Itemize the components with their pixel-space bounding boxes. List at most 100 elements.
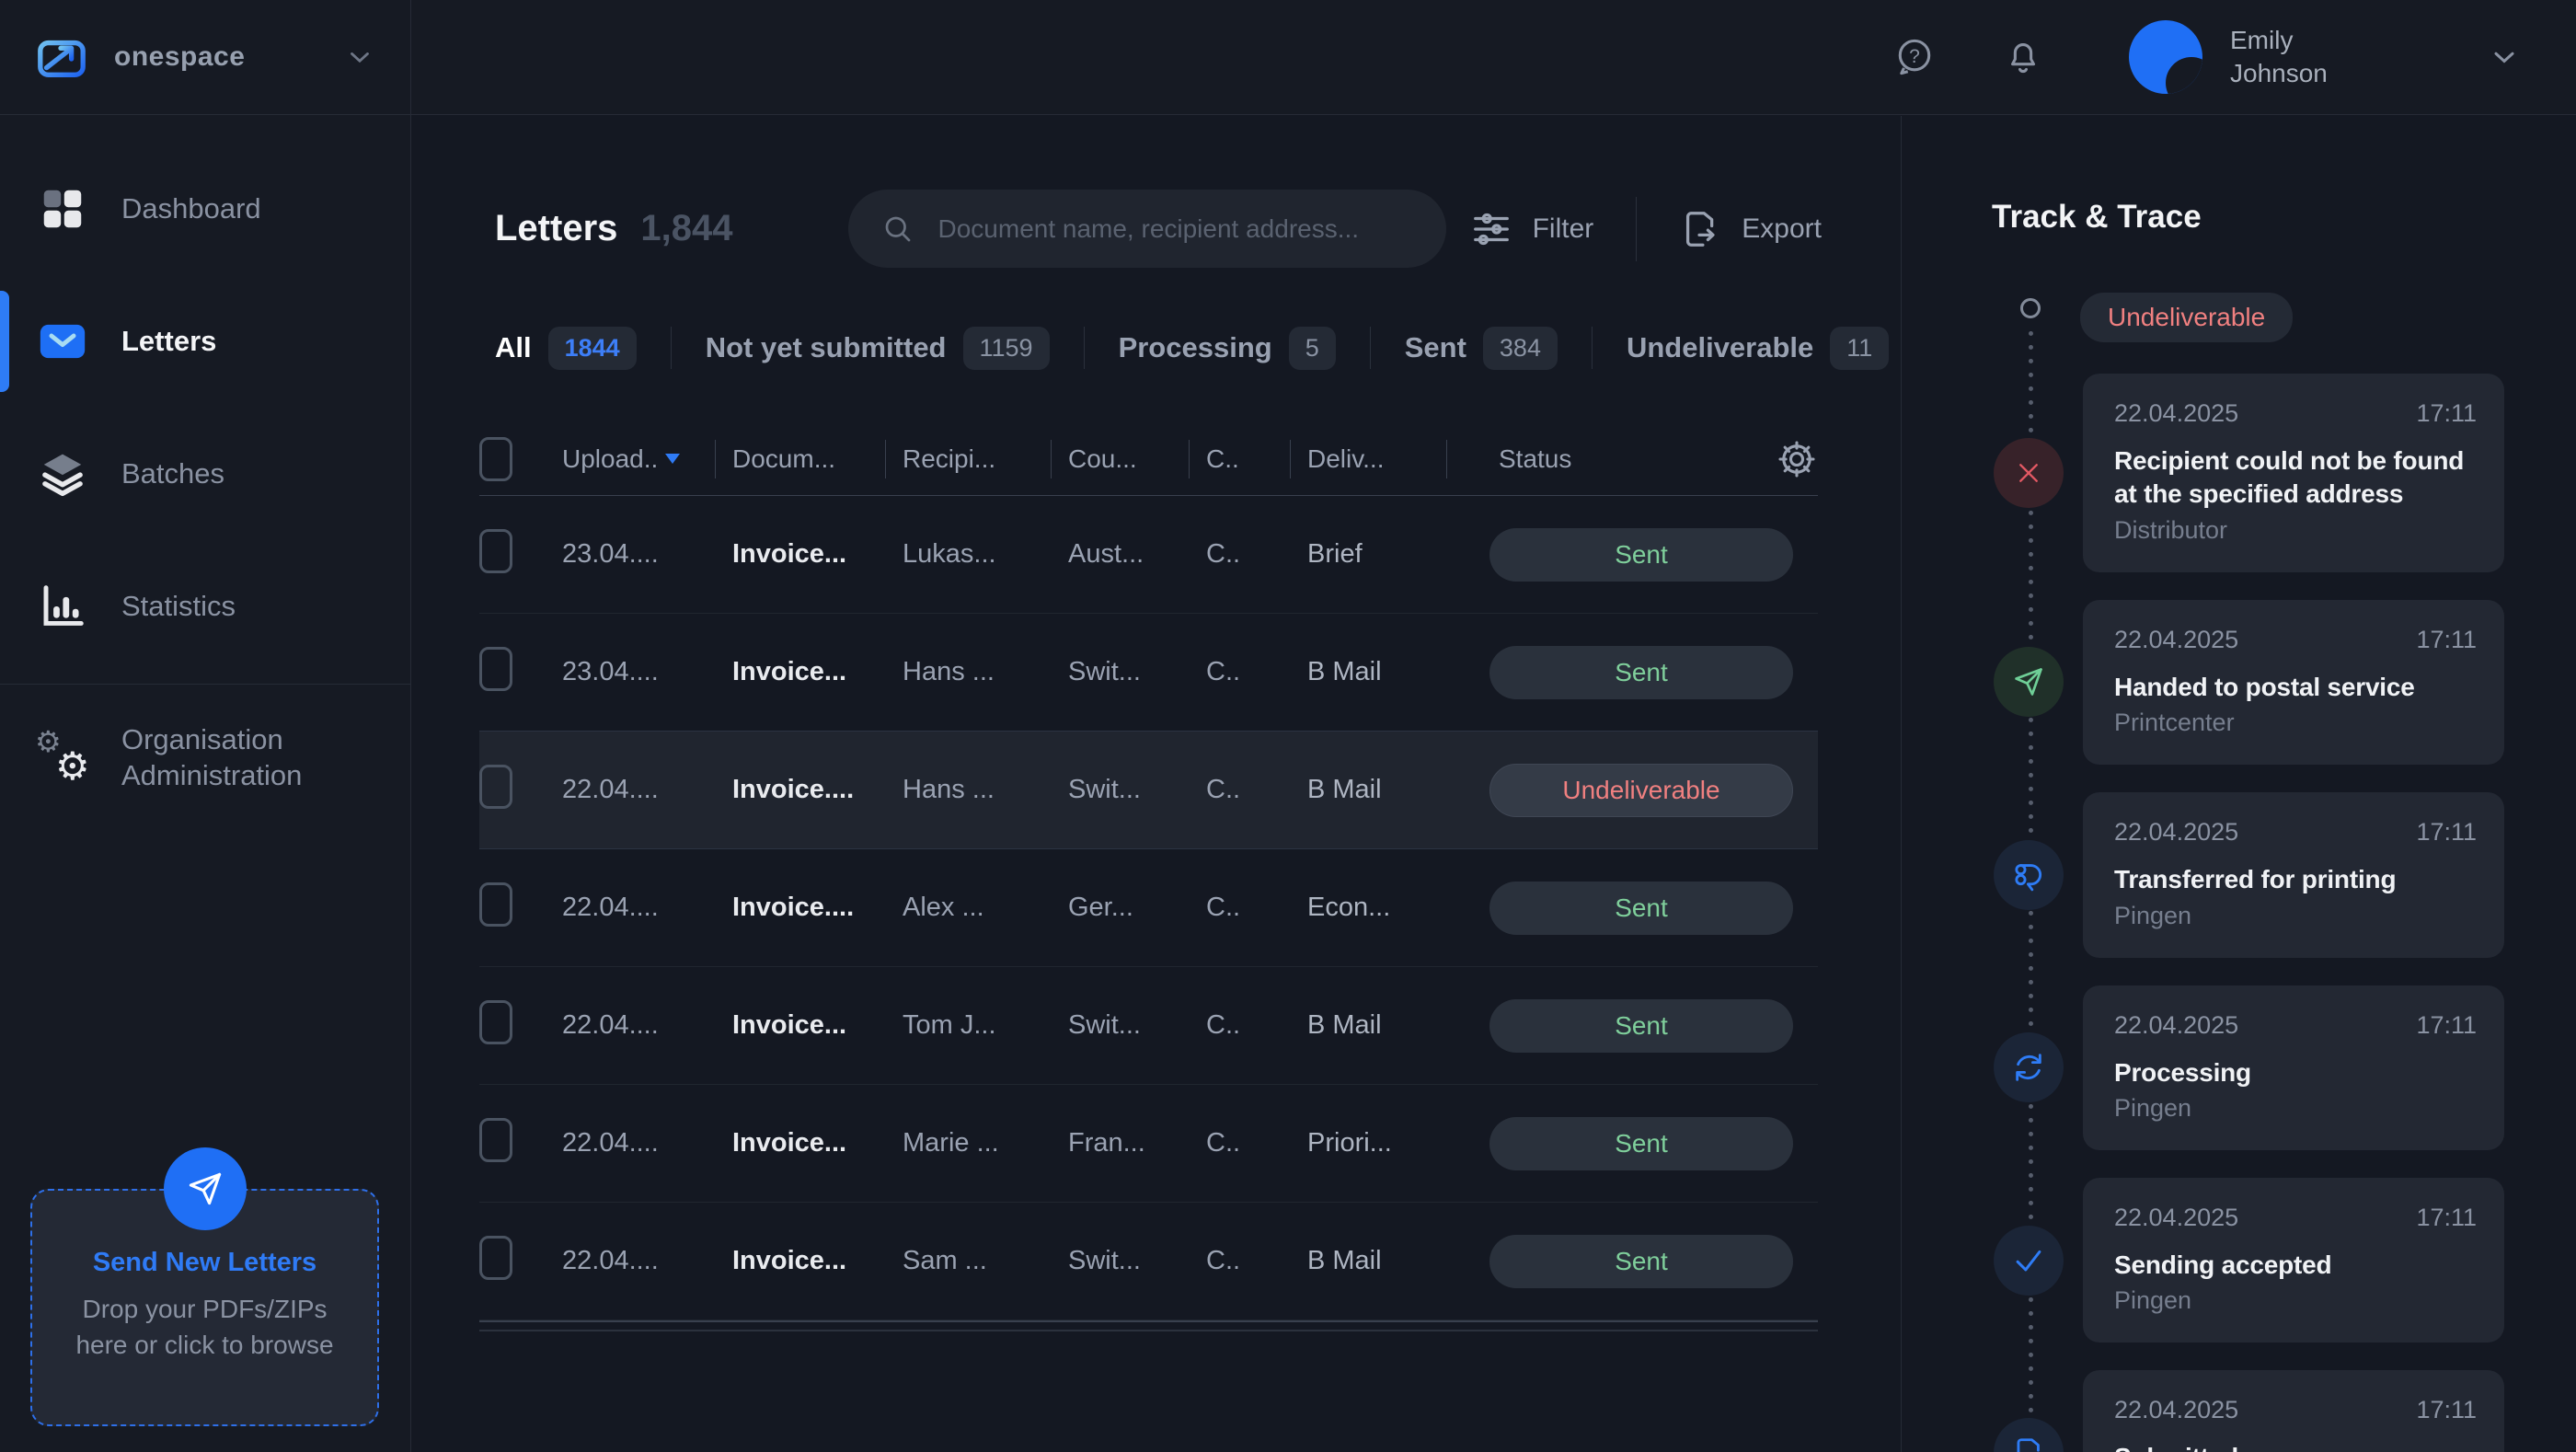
cell-recipient: Marie ...	[903, 1128, 1068, 1158]
column-delivery[interactable]: Deliv...	[1307, 444, 1464, 474]
search-bar	[848, 190, 1446, 268]
export-button[interactable]: Export	[1679, 208, 1822, 250]
table-settings-gear-icon[interactable]	[1776, 438, 1818, 480]
cell-delivery: Priori...	[1307, 1128, 1464, 1158]
timeline-event: 22.04.2025 17:11 Recipient could not be …	[2083, 374, 2504, 572]
table-row[interactable]: 22.04.... Invoice.... Alex ... Ger... C.…	[479, 849, 1818, 967]
cell-document: Invoice....	[732, 775, 903, 805]
event-card: 22.04.2025 17:11 Transferred for printin…	[2083, 792, 2504, 957]
tab-undeliverable[interactable]: Undeliverable 11	[1627, 327, 1889, 370]
sidebar-item-statistics[interactable]: Statistics	[0, 540, 410, 673]
svg-text:?: ?	[1909, 46, 1920, 67]
row-checkbox[interactable]	[479, 1000, 512, 1044]
select-all-checkbox[interactable]	[479, 437, 512, 481]
timeline-event: 22.04.2025 17:11 Processing Pingen	[2083, 985, 2504, 1150]
tab-processing[interactable]: Processing 5	[1119, 327, 1336, 370]
cell-recipient: Sam ...	[903, 1246, 1068, 1276]
gears-icon: ⚙⚙	[35, 731, 90, 786]
cell-recipient: Hans ...	[903, 657, 1068, 687]
status-badge: Undeliverable	[1489, 764, 1793, 817]
event-date: 22.04.2025	[2114, 399, 2238, 428]
filter-button[interactable]: Filter	[1470, 208, 1594, 250]
table-row[interactable]: 22.04.... Invoice... Sam ... Swit... C..…	[479, 1203, 1818, 1320]
sidebar-item-label: Organisation Administration	[121, 722, 333, 794]
workspace-switcher[interactable]: onespace	[0, 0, 411, 114]
column-status[interactable]: Status	[1464, 444, 1818, 474]
cell-document: Invoice....	[732, 893, 903, 923]
table-row[interactable]: 22.04.... Invoice... Marie ... Fran... C…	[479, 1085, 1818, 1203]
event-title: Handed to postal service	[2114, 671, 2477, 704]
event-title: Recipient could not be found at the spec…	[2114, 444, 2477, 512]
tab-count-badge: 5	[1289, 327, 1336, 370]
status-tabs: All 1844 Not yet submitted 1159 Processi…	[495, 319, 1900, 376]
timeline-event: 22.04.2025 17:11 Submitted Pingen	[2083, 1370, 2504, 1452]
filter-icon	[1470, 208, 1512, 250]
grid-icon	[35, 181, 90, 236]
user-name: Emily Johnson	[2230, 24, 2368, 91]
table-row[interactable]: 23.04.... Invoice... Hans ... Swit... C.…	[479, 614, 1818, 732]
cell-upload-date: 23.04....	[562, 657, 732, 687]
row-checkbox[interactable]	[479, 529, 512, 573]
tab-count-badge: 11	[1830, 327, 1889, 370]
envelope-icon	[35, 314, 90, 369]
main-content: Letters 1,844 Filter Export All 1844	[412, 116, 1900, 1452]
sidebar-item-organisation-administration[interactable]: ⚙⚙ Organisation Administration	[0, 685, 410, 832]
cell-recipient: Alex ...	[903, 893, 1068, 923]
sidebar-item-dashboard[interactable]: Dashboard	[0, 143, 410, 275]
letters-table: Upload.. Docum... Recipi... Cou... C.. D…	[479, 422, 1818, 1320]
event-source: Pingen	[2114, 902, 2477, 930]
cell-recipient: Tom J...	[903, 1010, 1068, 1041]
status-badge: Sent	[1489, 646, 1793, 699]
cell-country: Ger...	[1068, 893, 1206, 923]
column-document[interactable]: Docum...	[732, 444, 903, 474]
sidebar-item-letters[interactable]: Letters	[0, 275, 410, 408]
row-checkbox[interactable]	[479, 765, 512, 809]
column-country[interactable]: Cou...	[1068, 444, 1206, 474]
cell-delivery: B Mail	[1307, 657, 1464, 687]
notifications-bell-icon[interactable]	[2002, 36, 2044, 78]
tab-sent[interactable]: Sent 384	[1405, 327, 1558, 370]
status-badge: Sent	[1489, 528, 1793, 582]
column-recipient[interactable]: Recipi...	[903, 444, 1068, 474]
user-menu-chevron-icon[interactable]	[2488, 40, 2521, 74]
chevron-down-icon	[344, 41, 375, 73]
column-upload[interactable]: Upload..	[562, 444, 732, 474]
event-time: 17:11	[2416, 1396, 2477, 1424]
status-badge: Sent	[1489, 999, 1793, 1053]
cell-document: Invoice...	[732, 1010, 903, 1041]
tab-separator	[1084, 327, 1085, 369]
dropzone-title: Send New Letters	[32, 1248, 377, 1278]
cell-upload-date: 22.04....	[562, 1128, 732, 1158]
tab-not-yet-submitted[interactable]: Not yet submitted 1159	[706, 327, 1050, 370]
sort-desc-icon	[665, 454, 680, 464]
event-card: 22.04.2025 17:11 Recipient could not be …	[2083, 374, 2504, 572]
column-c[interactable]: C..	[1206, 444, 1307, 474]
track-trace-panel: Track & Trace Undeliverable 22.04.2025 1…	[1901, 116, 2576, 1452]
cell-upload-date: 22.04....	[562, 775, 732, 805]
tab-all[interactable]: All 1844	[495, 327, 637, 370]
sidebar-item-batches[interactable]: Batches	[0, 408, 410, 540]
search-input[interactable]	[938, 214, 1413, 244]
table-row[interactable]: 22.04.... Invoice... Tom J... Swit... C.…	[479, 967, 1818, 1085]
sidebar-nav: Dashboard Letters Batches Statistics	[0, 115, 410, 832]
row-checkbox[interactable]	[479, 1118, 512, 1162]
upload-dropzone[interactable]: Send New Letters Drop your PDFs/ZIPs her…	[30, 1189, 379, 1426]
tab-count-badge: 1159	[963, 327, 1050, 370]
help-icon[interactable]: ?	[1893, 36, 1936, 78]
table-row[interactable]: 22.04.... Invoice.... Hans ... Swit... C…	[479, 732, 1818, 849]
avatar[interactable]	[2129, 20, 2202, 94]
refresh-icon	[1994, 1032, 2064, 1102]
table-row[interactable]: 23.04.... Invoice... Lukas... Aust... C.…	[479, 496, 1818, 614]
bar-chart-icon	[35, 579, 90, 634]
status-badge: Sent	[1489, 1117, 1793, 1170]
tab-label: Processing	[1119, 331, 1272, 364]
onespace-logo-icon	[35, 30, 88, 84]
event-source: Distributor	[2114, 516, 2477, 545]
sidebar-item-label: Batches	[121, 456, 224, 492]
row-checkbox[interactable]	[479, 1236, 512, 1280]
filter-label: Filter	[1533, 213, 1594, 245]
row-checkbox[interactable]	[479, 882, 512, 927]
row-checkbox[interactable]	[479, 647, 512, 691]
tab-label: Undeliverable	[1627, 331, 1813, 364]
timeline-event: 22.04.2025 17:11 Handed to postal servic…	[2083, 600, 2504, 765]
